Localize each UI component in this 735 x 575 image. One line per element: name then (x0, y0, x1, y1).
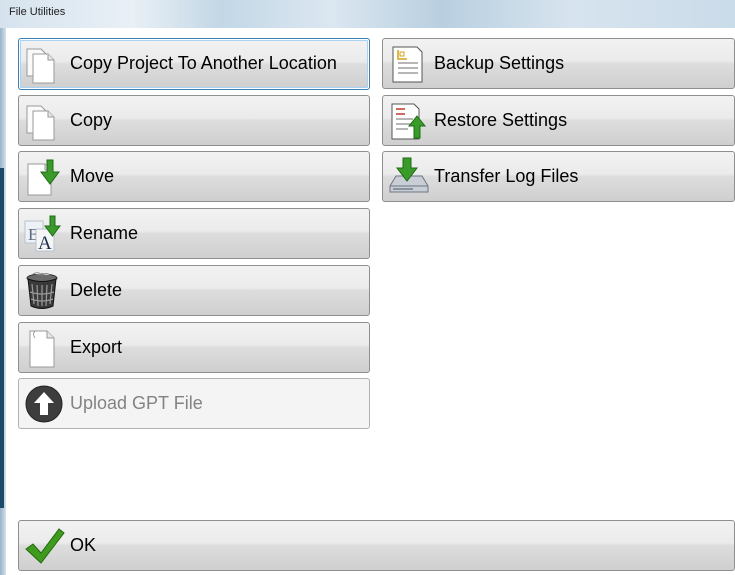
drive-download-arrow-icon (387, 156, 429, 198)
upload-gpt-file-button[interactable]: Upload GPT File (18, 378, 370, 429)
transfer-log-files-label: Transfer Log Files (434, 166, 579, 186)
copy-label: Copy (70, 110, 113, 130)
ok-label: OK (70, 535, 97, 555)
copy-project-label: Copy Project To Another Location (70, 53, 337, 73)
trash-bin-icon (23, 270, 65, 312)
copy-button[interactable]: Copy (18, 95, 370, 146)
ok-button[interactable]: OK (18, 520, 735, 571)
document-stack-icon (23, 100, 65, 142)
content-area: Copy Project To Another Location Copy Mo… (6, 28, 735, 575)
delete-label: Delete (70, 280, 123, 300)
checkmark-icon (23, 525, 65, 567)
restore-settings-button[interactable]: Restore Settings (382, 95, 735, 146)
restore-settings-label: Restore Settings (434, 110, 568, 130)
export-button[interactable]: Export (18, 322, 370, 373)
upload-arrow-circle-icon (23, 383, 65, 425)
restore-settings-arrow-icon (387, 100, 429, 142)
upload-gpt-file-label: Upload GPT File (70, 393, 203, 413)
window-title: File Utilities (9, 6, 66, 18)
document-icon (23, 327, 65, 369)
rename-button[interactable]: B A Rename (18, 208, 370, 259)
delete-button[interactable]: Delete (18, 265, 370, 316)
move-button[interactable]: Move (18, 151, 370, 202)
svg-text:A: A (38, 233, 52, 254)
backup-settings-label: Backup Settings (434, 53, 565, 73)
document-move-arrow-icon (23, 156, 65, 198)
move-label: Move (70, 166, 115, 186)
transfer-log-files-button[interactable]: Transfer Log Files (382, 151, 735, 202)
document-stack-icon (23, 43, 65, 85)
rename-ab-icon: B A (23, 213, 65, 255)
backup-settings-button[interactable]: Backup Settings (382, 38, 735, 89)
export-label: Export (70, 337, 123, 357)
settings-document-icon (387, 43, 429, 85)
title-bar[interactable]: File Utilities (0, 0, 735, 28)
copy-project-button[interactable]: Copy Project To Another Location (18, 38, 370, 90)
rename-label: Rename (70, 223, 139, 243)
file-utilities-window: File Utilities Copy Project To Another L… (0, 0, 735, 575)
